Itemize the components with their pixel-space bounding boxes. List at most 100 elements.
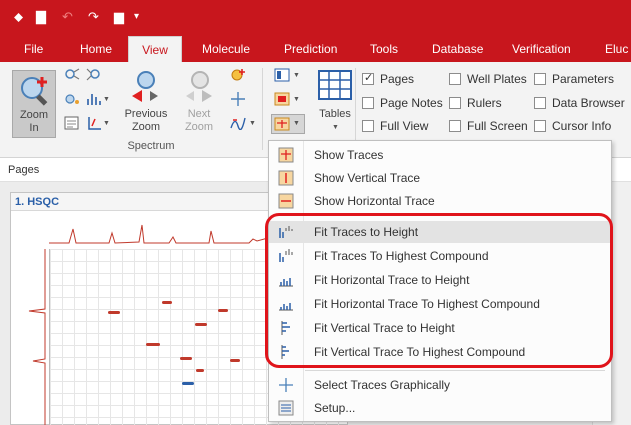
full-view-checkbox-label: Full View [380,119,429,133]
crosshair-icon [279,378,293,392]
cursor-info-checkbox-box[interactable] [534,120,546,132]
peak-height-icon[interactable] [86,92,102,106]
menu-item-label: Show Horizontal Trace [314,194,435,208]
traces-dropdown-icon: ▼ [293,120,300,127]
menu-item-fit-horizontal-trace-height[interactable]: Fit Horizontal Trace to Height [269,269,611,291]
menu-item-fit-traces-to-height[interactable]: Fit Traces to Height [269,221,611,243]
pages-checkbox-box[interactable] [362,71,374,85]
customize-toolbar-icon[interactable]: ▾ [134,9,139,25]
zoom-tool-icon[interactable] [64,68,80,82]
add-peak-icon[interactable] [230,68,246,82]
redo-icon[interactable]: ↷ [88,9,99,25]
menu-item-fit-vertical-trace-highest-compound[interactable]: Fit Vertical Trace To Highest Compound [269,341,611,363]
tab-home[interactable]: Home [80,36,112,62]
pages-pane-title: Pages [8,164,40,176]
next-zoom-line1: Next [187,108,211,120]
menu-item-show-horizontal-trace[interactable]: Show Horizontal Trace [269,190,611,212]
rulers-checkbox[interactable]: Rulers [449,95,502,111]
integrate-dropdown-icon[interactable]: ▼ [249,120,256,127]
axis-scale-dropdown-icon[interactable]: ▼ [103,120,110,127]
fit-vertical-compound-icon [281,345,289,359]
vertical-trace [28,249,46,425]
layout-dropdown-icon[interactable]: ▼ [293,72,300,79]
undo-icon[interactable]: ↶ [62,9,73,25]
tab-molecule[interactable]: Molecule [202,36,250,62]
menu-item-label: Show Vertical Trace [314,171,421,185]
tables-icon[interactable] [318,70,352,100]
color-scheme-icon[interactable] [274,92,290,106]
rulers-checkbox-box[interactable] [449,97,461,109]
parameters-checkbox-box[interactable] [534,73,546,85]
integrate-icon[interactable] [230,116,246,130]
menu-item-label: Setup... [314,401,356,415]
menu-item-label: Fit Vertical Trace To Highest Compound [314,345,526,359]
tab-prediction[interactable]: Prediction [284,36,337,62]
pages-checkbox[interactable]: Pages [362,71,414,87]
traces-dropdown-menu: Show Traces Show Vertical Trace Show Hor… [268,140,612,422]
parameters-checkbox[interactable]: Parameters [534,71,614,87]
full-view-checkbox[interactable]: Full View [362,118,428,134]
zoom-peak-icon[interactable] [64,92,80,106]
previous-zoom-line1[interactable]: Previous [120,108,172,121]
title-bar: ⬥ ▇ ↶ ↷ ▆ ▾ [0,0,631,36]
page-notes-checkbox-box[interactable] [362,97,374,109]
zoom-in-line2: In [29,122,39,134]
group-separator-2 [355,68,356,150]
tab-eluc[interactable]: Eluc [605,36,628,62]
menu-item-select-traces-graphically[interactable]: Select Traces Graphically [269,374,611,396]
full-screen-checkbox-box[interactable] [449,120,461,132]
well-plates-checkbox-label: Well Plates [467,72,527,86]
tables-label[interactable]: Tables [312,108,358,121]
peak-height-dropdown-icon[interactable]: ▼ [103,96,110,103]
fit-horizontal-height-icon [279,278,293,287]
page-notes-checkbox[interactable]: Page Notes [362,95,443,111]
tab-tools[interactable]: Tools [370,36,398,62]
page-notes-checkbox-label: Page Notes [380,96,443,110]
traces-icon [274,117,290,131]
zoom-out-tool-icon[interactable] [86,68,102,82]
tab-view[interactable]: View [128,36,182,62]
cursor-info-checkbox[interactable]: Cursor Info [534,118,611,134]
page-tool-icon[interactable] [64,116,80,130]
show-vertical-trace-icon [278,170,294,186]
cursor-info-checkbox-label: Cursor Info [552,119,612,133]
data-browser-checkbox-box[interactable] [534,97,546,109]
previous-zoom-icon[interactable] [128,68,162,104]
menu-item-show-vertical-trace[interactable]: Show Vertical Trace [269,167,611,189]
tab-verification[interactable]: Verification [512,36,571,62]
well-plates-checkbox[interactable]: Well Plates [449,71,527,87]
data-browser-checkbox[interactable]: Data Browser [534,95,625,111]
layout-icon[interactable] [274,68,290,82]
axis-scale-icon[interactable] [86,116,102,130]
full-screen-checkbox-label: Full Screen [467,119,528,133]
tab-file[interactable]: File [24,36,43,62]
crosshair-icon[interactable] [230,92,246,106]
cross-peak [162,301,172,304]
menu-item-label: Fit Vertical Trace to Height [314,321,455,335]
parameters-checkbox-label: Parameters [552,72,615,86]
menu-item-show-traces[interactable]: Show Traces [269,144,611,166]
print-icon[interactable]: ▆ [114,9,124,25]
tab-database[interactable]: Database [432,36,483,62]
page-label[interactable]: 1. HSQC [15,196,59,208]
setup-icon [278,400,294,416]
zoom-in-button[interactable]: Zoom In [12,70,56,138]
save-icon[interactable]: ▇ [36,9,46,25]
previous-zoom-line2[interactable]: Zoom [120,121,172,134]
menu-item-fit-traces-highest-compound[interactable]: Fit Traces To Highest Compound [269,245,611,267]
traces-dropdown-button[interactable]: ▼ [271,114,305,134]
tables-dropdown-icon[interactable]: ▼ [332,124,339,131]
fit-traces-height-icon [279,226,293,238]
cross-peak [195,323,207,326]
cross-peak [182,382,194,385]
menu-item-fit-vertical-trace-height[interactable]: Fit Vertical Trace to Height [269,317,611,339]
fit-horizontal-compound-icon [279,303,293,311]
cross-peak [218,309,228,312]
menu-item-setup[interactable]: Setup... [269,397,611,419]
menu-item-label: Fit Horizontal Trace to Height [314,273,470,287]
well-plates-checkbox-box[interactable] [449,73,461,85]
full-screen-checkbox[interactable]: Full Screen [449,118,528,134]
full-view-checkbox-box[interactable] [362,120,374,132]
menu-item-fit-horizontal-trace-highest-compound[interactable]: Fit Horizontal Trace To Highest Compound [269,293,611,315]
color-scheme-dropdown-icon[interactable]: ▼ [293,96,300,103]
